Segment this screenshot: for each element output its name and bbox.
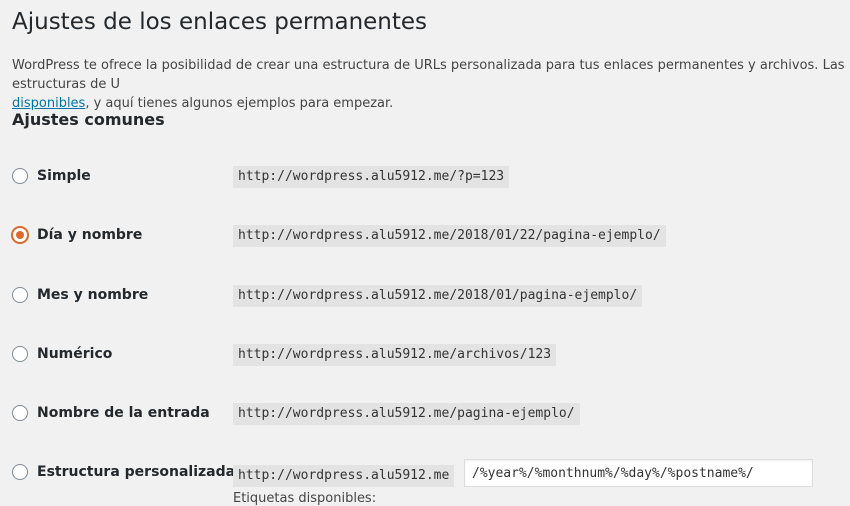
example-url-numeric: http://wordpress.alu5912.me/archivos/123 <box>233 344 557 366</box>
option-row-month-and-name: Mes y nombre http://wordpress.alu5912.me… <box>12 283 850 309</box>
intro-text: WordPress te ofrece la posibilidad de cr… <box>12 56 850 113</box>
option-row-post-name: Nombre de la entrada http://wordpress.al… <box>12 401 850 427</box>
option-label-post-name[interactable]: Nombre de la entrada <box>37 405 210 421</box>
common-settings-heading: Ajustes comunes <box>12 110 165 129</box>
page-title: Ajustes de los enlaces permanentes <box>12 9 428 35</box>
radio-simple[interactable] <box>12 168 28 184</box>
custom-structure-base-url: http://wordpress.alu5912.me <box>233 465 455 487</box>
option-row-numeric: Numérico http://wordpress.alu5912.me/arc… <box>12 342 850 368</box>
permalink-settings-page: Ajustes de los enlaces permanentes WordP… <box>12 0 850 506</box>
available-tags-label: Etiquetas disponibles: <box>233 491 377 506</box>
radio-custom-structure[interactable] <box>12 464 28 480</box>
example-url-month-and-name: http://wordpress.alu5912.me/2018/01/pagi… <box>233 285 643 307</box>
option-row-day-and-name: Día y nombre http://wordpress.alu5912.me… <box>12 223 850 249</box>
radio-numeric[interactable] <box>12 346 28 362</box>
example-url-day-and-name: http://wordpress.alu5912.me/2018/01/22/p… <box>233 225 666 247</box>
option-label-simple[interactable]: Simple <box>37 168 91 184</box>
radio-post-name[interactable] <box>12 405 28 421</box>
available-tags-link[interactable]: disponibles <box>12 96 85 111</box>
option-label-custom-structure[interactable]: Estructura personalizada <box>37 464 235 480</box>
example-url-post-name: http://wordpress.alu5912.me/pagina-ejemp… <box>233 403 580 425</box>
custom-structure-input[interactable] <box>464 459 813 487</box>
radio-day-and-name[interactable] <box>12 227 28 243</box>
intro-text-start: WordPress te ofrece la posibilidad de cr… <box>12 58 845 92</box>
option-label-month-and-name[interactable]: Mes y nombre <box>37 287 148 303</box>
example-url-simple: http://wordpress.alu5912.me/?p=123 <box>233 166 510 188</box>
option-label-numeric[interactable]: Numérico <box>37 346 112 362</box>
option-label-day-and-name[interactable]: Día y nombre <box>37 227 142 243</box>
intro-text-end: , y aquí tienes algunos ejemplos para em… <box>85 96 394 111</box>
radio-month-and-name[interactable] <box>12 287 28 303</box>
option-row-simple: Simple http://wordpress.alu5912.me/?p=12… <box>12 164 850 190</box>
